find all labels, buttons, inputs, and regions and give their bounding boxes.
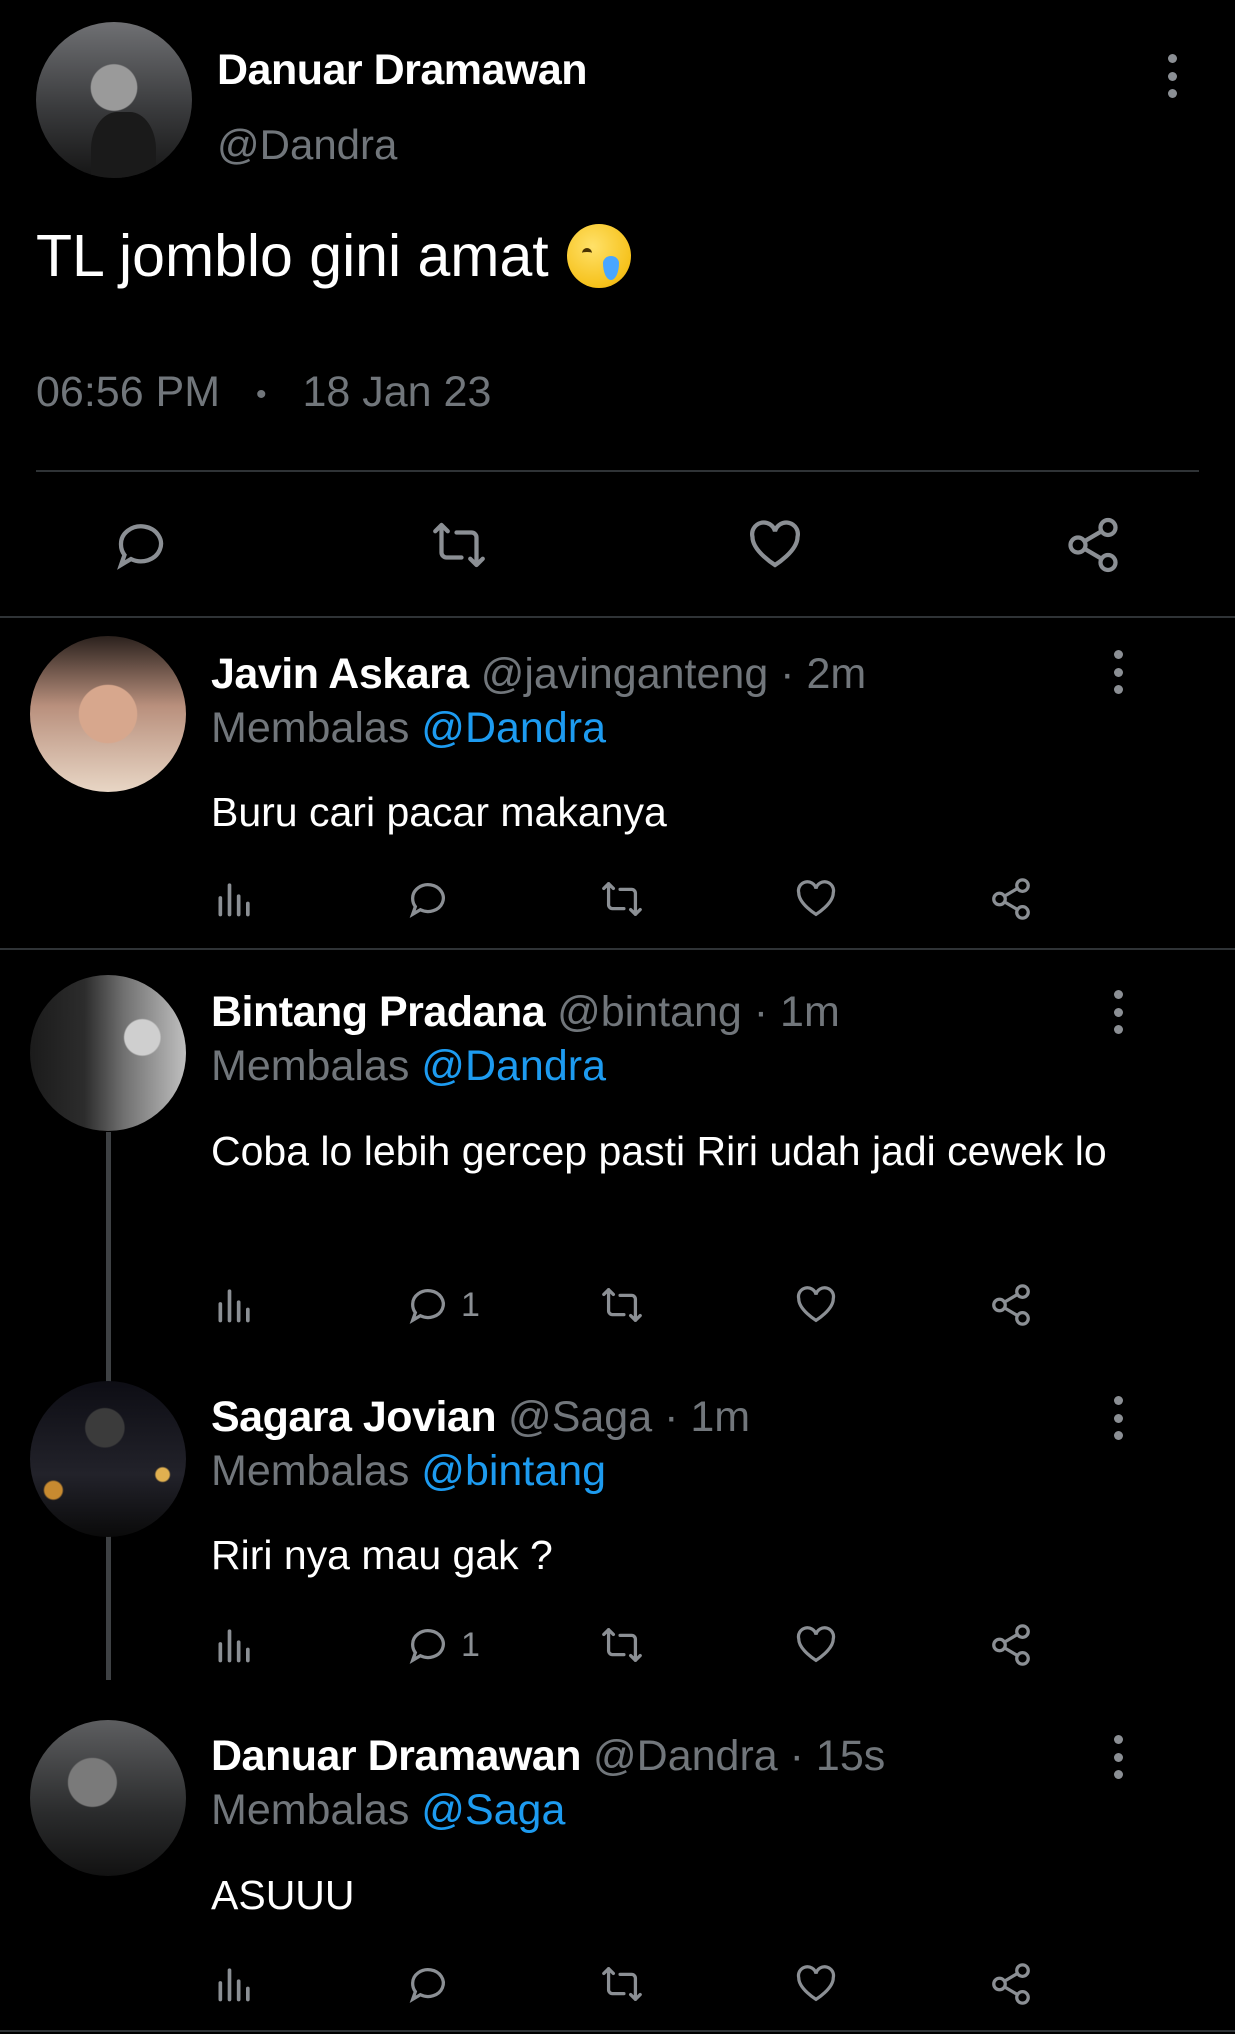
replying-to: Membalas @bintang: [211, 1447, 606, 1496]
reply-avatar[interactable]: [30, 1720, 186, 1876]
reply-author-name[interactable]: Bintang Pradana: [211, 988, 546, 1036]
tweet-date: 18 Jan 23: [302, 368, 492, 416]
reply-handle-time: @javinganteng · 2m: [468, 650, 867, 698]
reply-avatar[interactable]: [30, 636, 186, 792]
reply-text: Coba lo lebih gercep pasti Riri udah jad…: [211, 1128, 1107, 1174]
more-options-icon[interactable]: [1103, 650, 1133, 694]
divider: [0, 2030, 1235, 2032]
replying-label: Membalas: [211, 1042, 422, 1090]
reply-header: Bintang Pradana @bintang · 1m: [211, 988, 840, 1037]
more-options-icon[interactable]: [1103, 1396, 1133, 1440]
retweet-icon[interactable]: [597, 1961, 647, 2007]
reply-text: Buru cari pacar makanya: [211, 789, 667, 835]
replying-to: Membalas @Saga: [211, 1786, 565, 1835]
timestamp-separator: •: [256, 377, 267, 411]
reply-header: Danuar Dramawan @Dandra · 15s: [211, 1732, 885, 1781]
tweet-text-content: TL jomblo gini amat: [36, 223, 549, 289]
reply-icon[interactable]: [111, 515, 171, 575]
share-icon[interactable]: [988, 1961, 1034, 2007]
retweet-icon[interactable]: [597, 1622, 647, 1668]
views-icon[interactable]: [213, 1622, 257, 1666]
like-icon[interactable]: [793, 1961, 839, 2007]
reply-avatar[interactable]: [30, 975, 186, 1131]
share-icon[interactable]: [988, 1282, 1034, 1328]
like-icon[interactable]: [793, 1622, 839, 1668]
retweet-icon[interactable]: [597, 1282, 647, 1328]
tweet-text: TL jomblo gini amat: [36, 222, 631, 290]
share-icon[interactable]: [988, 1622, 1034, 1668]
reply-count: 1: [461, 1285, 480, 1324]
mention-link[interactable]: @Saga: [421, 1786, 565, 1834]
reply-header: Javin Askara @javinganteng · 2m: [211, 650, 866, 699]
reply-author-name[interactable]: Sagara Jovian: [211, 1393, 497, 1441]
main-avatar[interactable]: [36, 22, 192, 178]
replying-to: Membalas @Dandra: [211, 704, 606, 753]
tweet-timestamp[interactable]: 06:56 PM • 18 Jan 23: [36, 368, 491, 417]
reply-author-name[interactable]: Javin Askara: [211, 650, 469, 698]
views-icon[interactable]: [213, 1282, 257, 1326]
replying-label: Membalas: [211, 1447, 422, 1495]
reply-author-name[interactable]: Danuar Dramawan: [211, 1732, 582, 1780]
reply-count: 1: [461, 1625, 480, 1664]
like-icon[interactable]: [793, 876, 839, 922]
like-icon[interactable]: [745, 515, 805, 575]
crying-face-emoji-icon: [566, 224, 631, 288]
replying-label: Membalas: [211, 704, 422, 752]
reply-icon[interactable]: [405, 1961, 461, 2007]
replying-to: Membalas @Dandra: [211, 1042, 606, 1091]
share-icon[interactable]: [988, 876, 1034, 922]
share-icon[interactable]: [1063, 515, 1123, 575]
views-icon[interactable]: [213, 1961, 257, 2005]
reply-icon[interactable]: 1: [405, 1282, 480, 1328]
more-options-icon[interactable]: [1103, 1735, 1133, 1779]
views-icon[interactable]: [213, 876, 257, 920]
author-handle[interactable]: @Dandra: [217, 121, 397, 169]
mention-link[interactable]: @Dandra: [421, 1042, 606, 1090]
divider: [0, 616, 1235, 618]
reply-text: ASUUU: [211, 1872, 355, 1918]
retweet-icon[interactable]: [427, 515, 491, 575]
reply-handle-time: @Saga · 1m: [496, 1393, 751, 1441]
reply-avatar[interactable]: [30, 1381, 186, 1537]
divider: [0, 948, 1235, 950]
reply-header: Sagara Jovian @Saga · 1m: [211, 1393, 750, 1442]
more-options-icon[interactable]: [1103, 990, 1133, 1034]
reply-icon[interactable]: 1: [405, 1622, 480, 1668]
reply-handle-time: @bintang · 1m: [545, 988, 840, 1036]
mention-link[interactable]: @Dandra: [421, 704, 606, 752]
author-name[interactable]: Danuar Dramawan: [217, 46, 588, 95]
replying-label: Membalas: [211, 1786, 422, 1834]
tweet-time: 06:56 PM: [36, 368, 221, 416]
more-options-icon[interactable]: [1157, 54, 1187, 98]
divider: [36, 470, 1199, 472]
like-icon[interactable]: [793, 1282, 839, 1328]
reply-handle-time: @Dandra · 15s: [581, 1732, 886, 1780]
reply-text: Riri nya mau gak ?: [211, 1532, 553, 1578]
retweet-icon[interactable]: [597, 876, 647, 922]
mention-link[interactable]: @bintang: [421, 1447, 606, 1495]
reply-icon[interactable]: [405, 876, 461, 922]
